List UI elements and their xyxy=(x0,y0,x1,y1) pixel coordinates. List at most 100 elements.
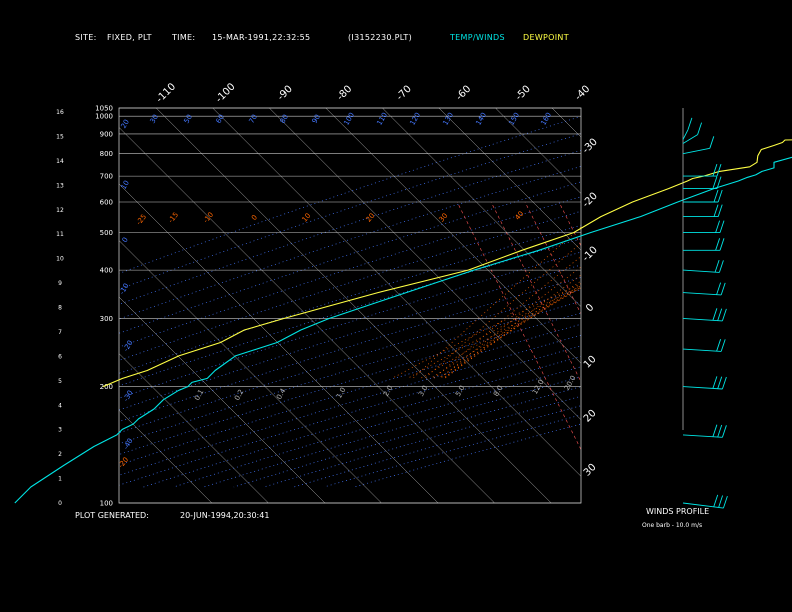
dry-adiabat-label: -20 xyxy=(122,339,135,353)
isotherm-tick-label: -60 xyxy=(454,84,473,103)
moist-adiabat-label: 30 xyxy=(438,212,450,224)
dry-adiabat-line xyxy=(293,405,581,488)
wind-barb-flag xyxy=(712,376,718,389)
wind-barb-flag xyxy=(720,339,726,352)
mixing-ratio-label: 12.0 xyxy=(531,378,546,396)
isotherm-tick-label: -110 xyxy=(154,81,178,105)
moist-adiabat-line xyxy=(412,226,581,379)
isotherm-line xyxy=(609,108,792,503)
wind-barb-flag xyxy=(713,204,719,217)
isotherm-tick-label: -30 xyxy=(581,137,600,156)
height-tick-label: 3 xyxy=(58,427,62,434)
height-tick-label: 0 xyxy=(58,500,62,507)
isotherm-line xyxy=(119,353,269,503)
dry-adiabat-label: -40 xyxy=(122,437,135,451)
dry-adiabat-label: 150 xyxy=(507,111,521,127)
mixing-ratio-label: 3.0 xyxy=(417,384,429,398)
pressure-tick-label: 700 xyxy=(100,173,113,181)
dry-adiabat-label: 0 xyxy=(121,236,130,244)
isotherm-line xyxy=(212,108,581,477)
wind-barb-flag xyxy=(716,282,722,295)
wind-barb-shaft xyxy=(682,269,720,273)
isotherm-tick-label: -70 xyxy=(395,84,414,103)
isotherm-tick-label: -100 xyxy=(214,81,238,105)
dry-adiabat-label: 140 xyxy=(474,111,488,127)
moist-adiabat-label: -10 xyxy=(202,211,215,225)
wind-barb-flag xyxy=(712,308,718,321)
dry-adiabat-line xyxy=(263,395,581,488)
wind-barb-flag xyxy=(687,117,693,131)
wind-barb-flag xyxy=(716,339,722,352)
height-tick-label: 8 xyxy=(58,305,62,312)
isotherm-tick-label: 0 xyxy=(584,302,596,314)
dry-adiabat-line xyxy=(233,386,581,488)
mixing-ratio-label: 8.0 xyxy=(492,384,504,398)
height-tick-label: 6 xyxy=(58,353,62,360)
wind-barb-shaft xyxy=(682,434,723,438)
pressure-tick-label: 1050 xyxy=(95,105,113,113)
mixing-ratio-line xyxy=(661,202,792,503)
isotherm-line xyxy=(119,296,326,503)
dry-adiabat-line xyxy=(173,366,581,488)
isotherm-tick-label: -90 xyxy=(276,84,295,103)
moist-adiabat-label: 10 xyxy=(301,212,313,224)
dry-adiabat-line xyxy=(119,323,581,466)
moist-adiabat-line xyxy=(438,286,581,379)
wind-barb-shaft xyxy=(682,317,723,322)
wind-barb-flag xyxy=(719,220,725,233)
isotherm-tick-label: -80 xyxy=(335,84,354,103)
isotherm-line xyxy=(269,108,581,421)
pressure-tick-label: 900 xyxy=(100,130,113,138)
wind-barb-flag xyxy=(713,494,719,508)
dry-adiabat-label: -30 xyxy=(122,389,135,403)
wind-barb-flag xyxy=(722,495,728,509)
dry-adiabat-line xyxy=(119,334,581,476)
wind-barb-flag xyxy=(721,425,727,438)
dry-adiabat-label: 100 xyxy=(342,111,356,127)
mixing-ratio-label: 0.1 xyxy=(193,388,205,402)
dry-adiabat-label: 60 xyxy=(215,113,226,125)
isotherm-line xyxy=(325,108,581,364)
wind-barb-shaft xyxy=(682,502,724,509)
dry-adiabat-label: 120 xyxy=(408,111,422,127)
wind-barb-flag xyxy=(718,495,724,508)
wind-barb-flag xyxy=(712,176,718,189)
wind-barb-flag xyxy=(717,424,723,438)
plot-frame xyxy=(118,107,582,504)
moist-adiabat-line xyxy=(420,286,581,379)
mixing-ratio-line xyxy=(627,202,778,503)
mixing-ratio-label: 0.4 xyxy=(275,387,288,401)
pressure-tick-label: 600 xyxy=(100,199,113,207)
dry-adiabat-label: 130 xyxy=(441,111,455,127)
wind-barb-flag xyxy=(717,376,723,389)
wind-barb-flag xyxy=(716,163,722,177)
moist-adiabat-line xyxy=(430,287,581,379)
dry-adiabat-label: 160 xyxy=(539,111,553,127)
pressure-tick-label: 800 xyxy=(100,150,113,158)
isotherm-tick-label: 10 xyxy=(582,354,599,371)
wind-barb-flag xyxy=(720,282,726,296)
dry-adiabat-line xyxy=(119,116,581,274)
pressure-tick-label: 500 xyxy=(100,229,113,237)
wind-barb-shaft xyxy=(682,129,689,140)
height-tick-label: 11 xyxy=(56,231,64,238)
wind-barb-flag xyxy=(721,376,727,390)
height-tick-label: 9 xyxy=(58,280,62,287)
moist-adiabat-label: -15 xyxy=(167,211,180,225)
height-tick-label: 7 xyxy=(58,329,62,336)
dry-adiabat-label: 80 xyxy=(279,113,290,125)
isotherm-line xyxy=(119,127,495,503)
wind-barb-flag xyxy=(709,136,715,149)
isotherm-tick-label: -50 xyxy=(514,84,533,103)
mixing-ratio-line xyxy=(695,202,792,503)
dry-adiabat-label: 50 xyxy=(183,113,194,125)
height-tick-label: 12 xyxy=(56,207,64,214)
mixing-ratio-label: 0.2 xyxy=(233,388,245,402)
wind-barb-flag xyxy=(697,122,703,135)
mixing-ratio-label: 2.0 xyxy=(382,384,394,398)
moist-adiabat-line xyxy=(442,284,581,379)
wind-barb-flag xyxy=(717,308,723,321)
wind-barb-shaft xyxy=(682,147,710,155)
wind-barb-flag xyxy=(715,220,721,233)
height-tick-label: 5 xyxy=(58,378,62,385)
